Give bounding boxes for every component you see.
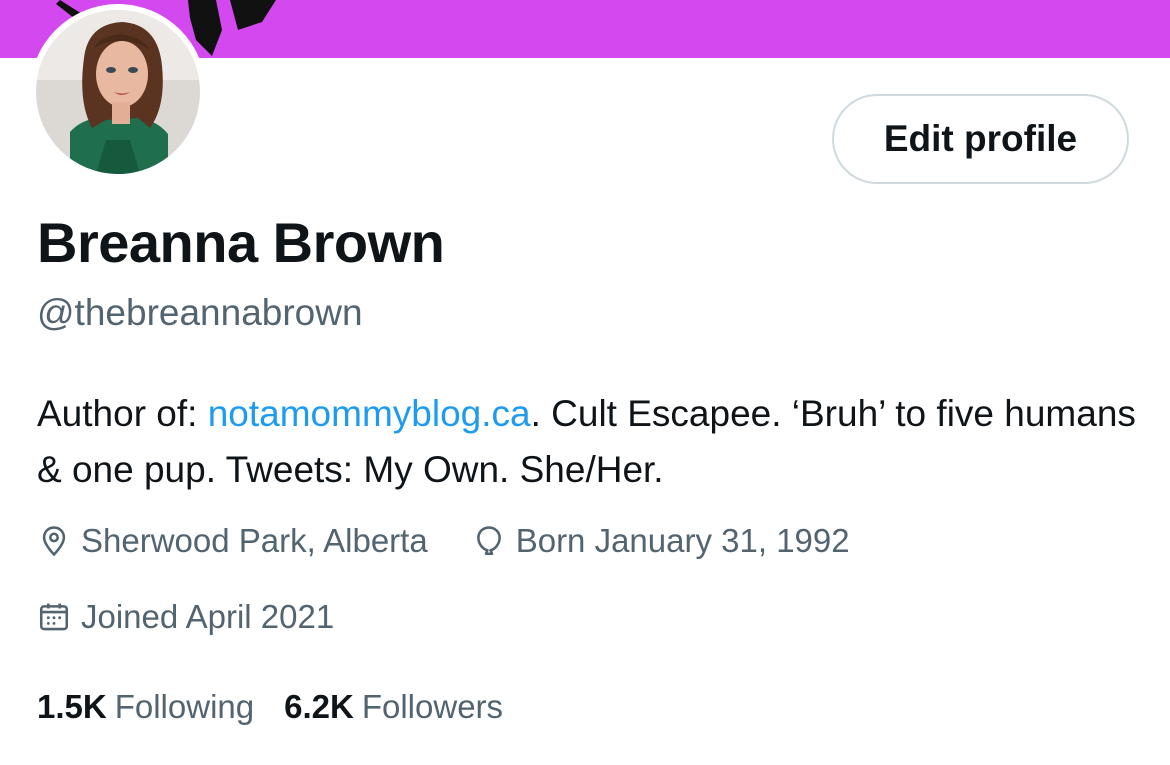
location-item: Sherwood Park, Alberta [37,522,428,560]
calendar-icon [39,603,69,631]
bio-link[interactable]: notamommyblog.ca [208,393,531,434]
following-link[interactable]: 1.5K Following [37,688,254,726]
following-count: 1.5K [37,688,107,725]
profile-joined-row: Joined April 2021 [37,594,378,640]
birthday-item: Born January 31, 1992 [472,522,850,560]
balloon-icon [476,526,501,556]
followers-link[interactable]: 6.2K Followers [284,688,503,726]
joined-text: Joined April 2021 [81,598,335,635]
followers-label: Followers [361,688,504,725]
avatar[interactable] [30,4,206,180]
edit-profile-button[interactable]: Edit profile [832,94,1129,184]
profile-meta-row: Sherwood Park, Alberta Born January 31, … [37,518,894,564]
following-label: Following [114,688,255,725]
profile-stats: 1.5K Following 6.2K Followers [37,684,533,730]
birthday-text: Born January 31, 1992 [515,522,850,559]
avatar-photo [36,10,200,174]
profile-bio: Author of: notamommyblog.ca. Cult Escape… [37,386,1137,498]
location-pin-icon [42,526,66,557]
user-handle: @thebreannabrown [37,292,363,333]
joined-item: Joined April 2021 [37,598,334,636]
edit-profile-label: Edit profile [883,118,1078,159]
bio-prefix: Author of: [37,393,208,434]
followers-count: 6.2K [284,688,354,725]
location-text: Sherwood Park, Alberta [81,522,428,559]
display-name: Breanna Brown [37,211,445,274]
